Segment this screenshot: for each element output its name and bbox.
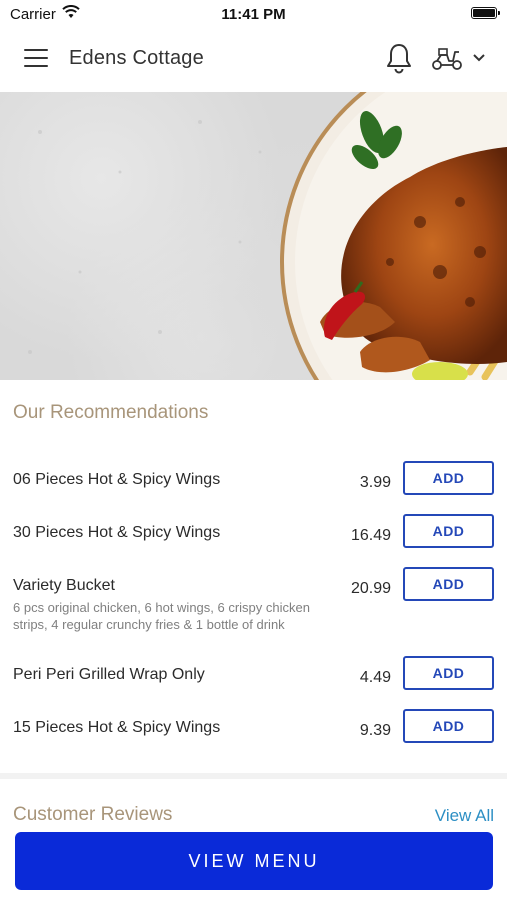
battery-icon <box>471 7 500 19</box>
item-name: 30 Pieces Hot & Spicy Wings <box>13 524 221 541</box>
item-price: 16.49 <box>350 527 391 544</box>
item-price: 9.39 <box>359 722 391 739</box>
item-name: Peri Peri Grilled Wrap Only <box>13 666 205 683</box>
add-button[interactable]: ADD <box>403 461 494 495</box>
item-name: 06 Pieces Hot & Spicy Wings <box>13 471 221 488</box>
hamburger-menu-icon[interactable] <box>24 49 48 69</box>
app-header: Edens Cottage <box>0 28 507 92</box>
restaurant-title: Edens Cottage <box>69 47 204 69</box>
item-name: Variety Bucket <box>13 577 115 594</box>
item-price: 20.99 <box>350 580 391 597</box>
add-button[interactable]: ADD <box>403 514 494 548</box>
item-price: 3.99 <box>359 474 391 491</box>
clock: 11:41 PM <box>221 6 286 23</box>
scooter-icon[interactable] <box>431 46 463 72</box>
add-button[interactable]: ADD <box>403 567 494 601</box>
bell-icon[interactable] <box>385 42 413 74</box>
item-description: 6 pcs original chicken, 6 hot wings, 6 c… <box>13 600 310 632</box>
add-button[interactable]: ADD <box>403 656 494 690</box>
view-menu-button[interactable]: VIEW MENU <box>15 832 493 890</box>
item-name: 15 Pieces Hot & Spicy Wings <box>13 719 221 736</box>
chevron-down-icon[interactable] <box>471 52 487 64</box>
section-divider <box>0 773 507 779</box>
add-button[interactable]: ADD <box>403 709 494 743</box>
hero-banner <box>0 92 507 380</box>
status-bar: Carrier 11:41 PM <box>0 0 507 28</box>
recommendations-heading: Our Recommendations <box>13 402 209 423</box>
item-price: 4.49 <box>359 669 391 686</box>
reviews-heading: Customer Reviews <box>13 804 173 825</box>
grilled-chicken-image <box>28 92 507 380</box>
view-all-reviews-link[interactable]: View All <box>435 806 494 826</box>
